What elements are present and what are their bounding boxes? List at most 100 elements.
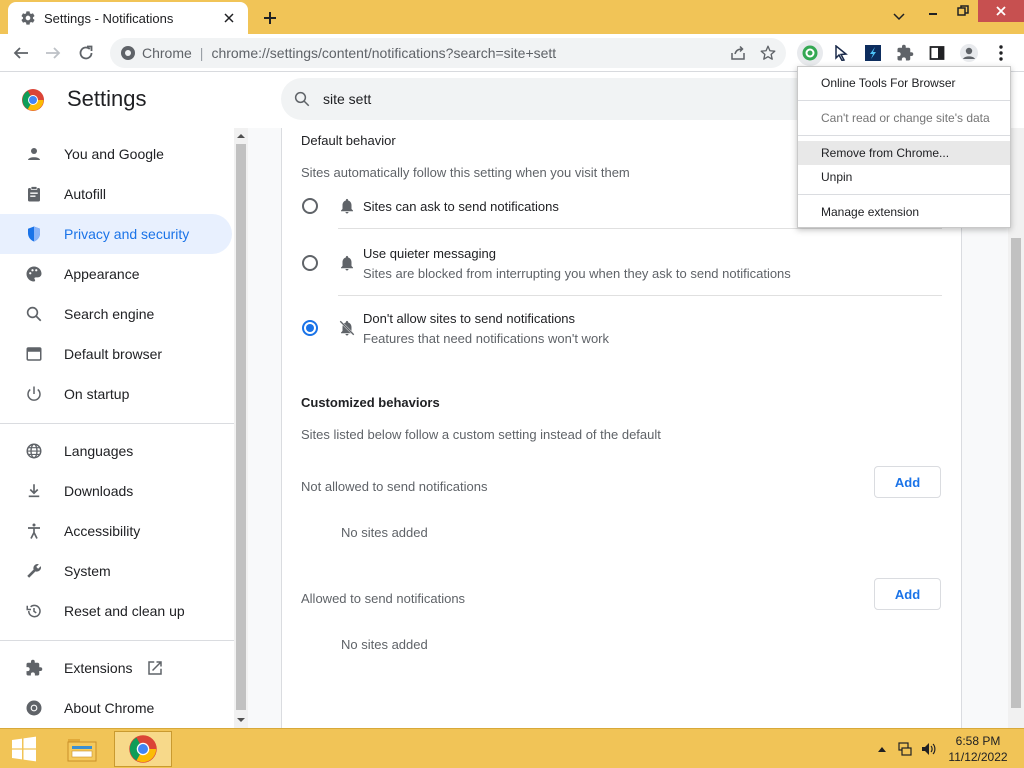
add-allowed-button[interactable]: Add: [874, 578, 941, 610]
sidebar-scroll-thumb[interactable]: [236, 144, 246, 710]
close-window-button[interactable]: [978, 0, 1024, 22]
menu-separator: [798, 100, 1010, 101]
file-explorer-button[interactable]: [58, 731, 106, 767]
sidebar-item-on-startup[interactable]: On startup: [0, 374, 232, 414]
chrome-logo-icon: [21, 88, 45, 112]
sidebar-item-search-engine[interactable]: Search engine: [0, 294, 232, 334]
url-separator: |: [199, 45, 204, 61]
profile-avatar-icon[interactable]: [956, 40, 982, 66]
bell-icon: [341, 198, 353, 214]
radio-quieter-messaging[interactable]: [302, 255, 318, 271]
online-tools-extension-icon[interactable]: [797, 40, 823, 66]
sidebar-item-autofill[interactable]: Autofill: [0, 174, 232, 214]
sidebar-item-label: Languages: [64, 443, 134, 459]
bell-off-icon: [339, 320, 355, 336]
start-button[interactable]: [2, 731, 46, 767]
site-label: Chrome: [142, 45, 192, 61]
dark-extension-icon[interactable]: [860, 40, 886, 66]
clock-time: 6:58 PM: [955, 734, 1001, 748]
search-value: site sett: [323, 91, 372, 107]
puzzle-icon: [24, 658, 44, 678]
radio-allow-ask[interactable]: [302, 198, 318, 214]
sidebar-item-label: On startup: [64, 386, 130, 402]
sidebar-item-downloads[interactable]: Downloads: [0, 471, 232, 511]
network-icon[interactable]: [897, 741, 913, 757]
add-not-allowed-button[interactable]: Add: [874, 466, 941, 498]
menu-item-unpin[interactable]: Unpin: [798, 165, 1010, 189]
back-button[interactable]: [8, 40, 34, 66]
puzzle-icon[interactable]: [892, 40, 918, 66]
sidebar-item-privacy-and-security[interactable]: Privacy and security: [0, 214, 232, 254]
chevron-down-icon[interactable]: [888, 6, 910, 28]
minimize-button[interactable]: [918, 0, 948, 22]
sidebar-item-label: Privacy and security: [64, 226, 190, 242]
settings-sidebar: You and Google Autofill Privacy and secu…: [0, 128, 234, 728]
sidebar-item-label: Reset and clean up: [64, 603, 185, 619]
sidebar-item-label: Default browser: [64, 346, 163, 362]
taskbar: 6:58 PM 11/12/2022: [0, 728, 1024, 768]
radio-dont-allow[interactable]: [302, 320, 318, 336]
download-icon: [24, 481, 44, 501]
system-clock[interactable]: 6:58 PM 11/12/2022: [940, 733, 1016, 765]
settings-search-input[interactable]: site sett: [281, 78, 841, 120]
sidebar-item-label: System: [64, 563, 111, 579]
person-icon: [24, 144, 44, 164]
windows-icon: [12, 736, 36, 762]
browser-icon: [24, 344, 44, 364]
sidebar-item-languages[interactable]: Languages: [0, 431, 232, 471]
sidebar-item-you-and-google[interactable]: You and Google: [0, 134, 232, 174]
cursor-extension-icon[interactable]: [828, 40, 854, 66]
option-desc: Sites are blocked from interrupting you …: [363, 266, 791, 281]
restore-icon: [24, 601, 44, 621]
sidebar-item-label: About Chrome: [64, 700, 155, 716]
palette-icon: [24, 264, 44, 284]
close-tab-icon[interactable]: [220, 9, 238, 27]
option-label: Sites can ask to send notifications: [363, 199, 559, 214]
restore-button[interactable]: [948, 0, 978, 22]
sidebar-item-label: Appearance: [64, 266, 140, 282]
option-divider: [338, 295, 942, 296]
option-label: Don't allow sites to send notifications: [363, 311, 576, 326]
customized-behaviors-title: Customized behaviors: [301, 395, 440, 410]
default-behavior-title: Default behavior: [301, 133, 396, 148]
sidebar-item-about-chrome[interactable]: About Chrome: [0, 688, 232, 728]
kebab-menu-icon[interactable]: [988, 40, 1014, 66]
no-sites-not-allowed: No sites added: [341, 525, 428, 540]
sidebar-item-reset-and-clean-up[interactable]: Reset and clean up: [0, 591, 232, 631]
chrome-taskbar-button[interactable]: [114, 731, 172, 767]
search-icon: [293, 90, 311, 108]
power-icon: [24, 384, 44, 404]
menu-item-remove-from-chrome[interactable]: Remove from Chrome...: [798, 141, 1010, 165]
side-panel-icon[interactable]: [924, 40, 950, 66]
main-scroll-thumb[interactable]: [1011, 238, 1021, 708]
sidebar-scrollbar[interactable]: [234, 128, 248, 728]
share-icon[interactable]: [726, 41, 750, 65]
option-desc: Features that need notifications won't w…: [363, 331, 610, 346]
bookmark-star-icon[interactable]: [756, 41, 780, 65]
menu-separator: [798, 194, 1010, 195]
sidebar-divider: [0, 640, 234, 641]
address-bar[interactable]: Chrome | chrome://settings/content/notif…: [110, 38, 786, 68]
page-title: Settings: [67, 86, 147, 111]
sidebar-item-label: Accessibility: [64, 523, 141, 539]
sidebar-item-default-browser[interactable]: Default browser: [0, 334, 232, 374]
volume-icon[interactable]: [920, 741, 936, 757]
sidebar-item-extensions[interactable]: Extensions: [0, 648, 232, 688]
sidebar-item-appearance[interactable]: Appearance: [0, 254, 232, 294]
tab-settings[interactable]: Settings - Notifications: [8, 2, 248, 34]
no-sites-allowed: No sites added: [341, 637, 428, 652]
globe-icon: [24, 441, 44, 461]
customized-behaviors-desc: Sites listed below follow a custom setti…: [301, 427, 661, 442]
menu-item-manage-extension[interactable]: Manage extension: [798, 200, 1010, 224]
sidebar-item-accessibility[interactable]: Accessibility: [0, 511, 232, 551]
sidebar-item-system[interactable]: System: [0, 551, 232, 591]
tray-expand-icon[interactable]: [874, 741, 890, 757]
menu-item-extension-name[interactable]: Online Tools For Browser: [798, 71, 1010, 95]
chrome-icon: [24, 698, 44, 718]
forward-button[interactable]: [40, 40, 66, 66]
reload-button[interactable]: [73, 40, 99, 66]
clipboard-icon: [24, 184, 44, 204]
accessibility-icon: [24, 521, 44, 541]
tab-strip: Settings - Notifications: [0, 0, 1024, 34]
new-tab-button[interactable]: [258, 6, 282, 30]
